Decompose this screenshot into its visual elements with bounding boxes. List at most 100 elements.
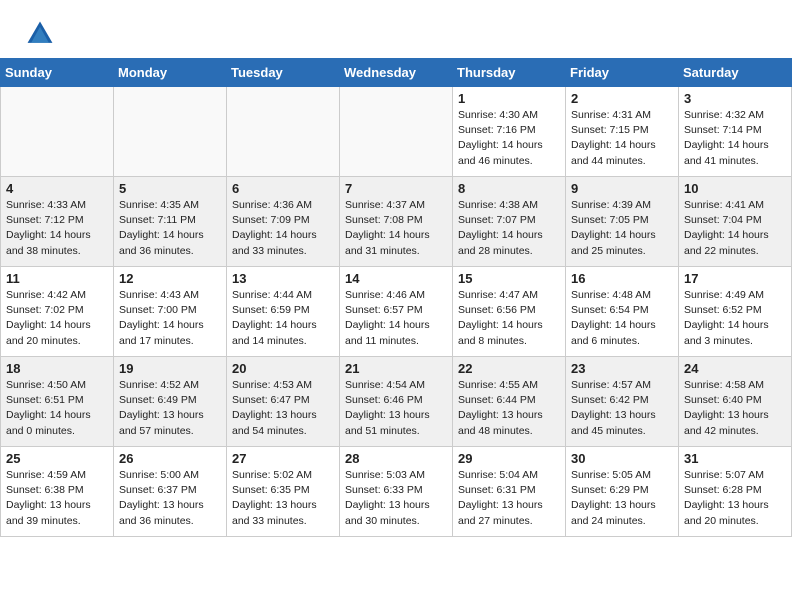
day-info: Sunrise: 4:36 AM Sunset: 7:09 PM Dayligh… [232,198,334,259]
day-info: Sunrise: 5:02 AM Sunset: 6:35 PM Dayligh… [232,468,334,529]
day-cell: 15 Sunrise: 4:47 AM Sunset: 6:56 PM Dayli… [453,267,566,357]
day-cell: 22 Sunrise: 4:55 AM Sunset: 6:44 PM Dayli… [453,357,566,447]
day-info: Sunrise: 4:55 AM Sunset: 6:44 PM Dayligh… [458,378,560,439]
day-cell: 11 Sunrise: 4:42 AM Sunset: 7:02 PM Dayli… [1,267,114,357]
day-info: Sunrise: 4:59 AM Sunset: 6:38 PM Dayligh… [6,468,108,529]
day-info: Sunrise: 4:46 AM Sunset: 6:57 PM Dayligh… [345,288,447,349]
day-info: Sunrise: 4:53 AM Sunset: 6:47 PM Dayligh… [232,378,334,439]
weekday-header-monday: Monday [114,59,227,87]
day-info: Sunrise: 4:47 AM Sunset: 6:56 PM Dayligh… [458,288,560,349]
day-cell: 12 Sunrise: 4:43 AM Sunset: 7:00 PM Dayli… [114,267,227,357]
day-number: 30 [571,451,673,466]
day-info: Sunrise: 4:32 AM Sunset: 7:14 PM Dayligh… [684,108,786,169]
day-number: 12 [119,271,221,286]
week-row-2: 4 Sunrise: 4:33 AM Sunset: 7:12 PM Daylig… [1,177,792,267]
day-cell: 25 Sunrise: 4:59 AM Sunset: 6:38 PM Dayli… [1,447,114,537]
day-number: 10 [684,181,786,196]
day-cell: 18 Sunrise: 4:50 AM Sunset: 6:51 PM Dayli… [1,357,114,447]
day-cell: 16 Sunrise: 4:48 AM Sunset: 6:54 PM Dayli… [566,267,679,357]
week-row-5: 25 Sunrise: 4:59 AM Sunset: 6:38 PM Dayli… [1,447,792,537]
day-number: 3 [684,91,786,106]
day-info: Sunrise: 5:03 AM Sunset: 6:33 PM Dayligh… [345,468,447,529]
day-number: 29 [458,451,560,466]
day-number: 17 [684,271,786,286]
logo [24,18,60,50]
day-cell [114,87,227,177]
day-info: Sunrise: 4:39 AM Sunset: 7:05 PM Dayligh… [571,198,673,259]
day-cell [1,87,114,177]
day-cell: 1 Sunrise: 4:30 AM Sunset: 7:16 PM Daylig… [453,87,566,177]
weekday-header-tuesday: Tuesday [227,59,340,87]
day-info: Sunrise: 5:00 AM Sunset: 6:37 PM Dayligh… [119,468,221,529]
day-info: Sunrise: 4:50 AM Sunset: 6:51 PM Dayligh… [6,378,108,439]
day-info: Sunrise: 4:48 AM Sunset: 6:54 PM Dayligh… [571,288,673,349]
day-info: Sunrise: 4:54 AM Sunset: 6:46 PM Dayligh… [345,378,447,439]
weekday-header-thursday: Thursday [453,59,566,87]
day-info: Sunrise: 5:07 AM Sunset: 6:28 PM Dayligh… [684,468,786,529]
day-number: 8 [458,181,560,196]
day-info: Sunrise: 4:41 AM Sunset: 7:04 PM Dayligh… [684,198,786,259]
day-number: 6 [232,181,334,196]
day-info: Sunrise: 4:35 AM Sunset: 7:11 PM Dayligh… [119,198,221,259]
day-info: Sunrise: 4:52 AM Sunset: 6:49 PM Dayligh… [119,378,221,439]
calendar-table: SundayMondayTuesdayWednesdayThursdayFrid… [0,58,792,537]
day-cell: 8 Sunrise: 4:38 AM Sunset: 7:07 PM Daylig… [453,177,566,267]
day-number: 23 [571,361,673,376]
day-number: 18 [6,361,108,376]
day-info: Sunrise: 4:38 AM Sunset: 7:07 PM Dayligh… [458,198,560,259]
day-number: 2 [571,91,673,106]
day-number: 31 [684,451,786,466]
day-cell: 17Sunrise: 4:49 AM Sunset: 6:52 PM Dayli… [679,267,792,357]
weekday-header-wednesday: Wednesday [340,59,453,87]
day-info: Sunrise: 4:44 AM Sunset: 6:59 PM Dayligh… [232,288,334,349]
day-info: Sunrise: 4:58 AM Sunset: 6:40 PM Dayligh… [684,378,786,439]
day-number: 22 [458,361,560,376]
week-row-3: 11 Sunrise: 4:42 AM Sunset: 7:02 PM Dayli… [1,267,792,357]
day-info: Sunrise: 4:37 AM Sunset: 7:08 PM Dayligh… [345,198,447,259]
day-cell: 10 Sunrise: 4:41 AM Sunset: 7:04 PM Dayli… [679,177,792,267]
day-number: 20 [232,361,334,376]
day-cell: 23 Sunrise: 4:57 AM Sunset: 6:42 PM Dayli… [566,357,679,447]
day-number: 19 [119,361,221,376]
day-cell: 27 Sunrise: 5:02 AM Sunset: 6:35 PM Dayli… [227,447,340,537]
day-info: Sunrise: 4:33 AM Sunset: 7:12 PM Dayligh… [6,198,108,259]
week-row-1: 1 Sunrise: 4:30 AM Sunset: 7:16 PM Daylig… [1,87,792,177]
day-number: 9 [571,181,673,196]
day-number: 26 [119,451,221,466]
day-number: 15 [458,271,560,286]
day-info: Sunrise: 5:05 AM Sunset: 6:29 PM Dayligh… [571,468,673,529]
day-cell: 28 Sunrise: 5:03 AM Sunset: 6:33 PM Dayli… [340,447,453,537]
day-cell: 31 Sunrise: 5:07 AM Sunset: 6:28 PM Dayli… [679,447,792,537]
day-info: Sunrise: 5:04 AM Sunset: 6:31 PM Dayligh… [458,468,560,529]
day-cell: 30 Sunrise: 5:05 AM Sunset: 6:29 PM Dayli… [566,447,679,537]
day-number: 4 [6,181,108,196]
day-cell: 19 Sunrise: 4:52 AM Sunset: 6:49 PM Dayli… [114,357,227,447]
day-number: 21 [345,361,447,376]
day-info: Sunrise: 4:31 AM Sunset: 7:15 PM Dayligh… [571,108,673,169]
day-number: 28 [345,451,447,466]
day-number: 13 [232,271,334,286]
day-number: 1 [458,91,560,106]
day-info: Sunrise: 4:43 AM Sunset: 7:00 PM Dayligh… [119,288,221,349]
day-cell: 7 Sunrise: 4:37 AM Sunset: 7:08 PM Daylig… [340,177,453,267]
day-info: Sunrise: 4:30 AM Sunset: 7:16 PM Dayligh… [458,108,560,169]
day-cell: 6 Sunrise: 4:36 AM Sunset: 7:09 PM Daylig… [227,177,340,267]
day-cell: 24Sunrise: 4:58 AM Sunset: 6:40 PM Dayli… [679,357,792,447]
weekday-header-row: SundayMondayTuesdayWednesdayThursdayFrid… [1,59,792,87]
day-cell: 13 Sunrise: 4:44 AM Sunset: 6:59 PM Dayli… [227,267,340,357]
day-number: 27 [232,451,334,466]
day-cell: 21 Sunrise: 4:54 AM Sunset: 6:46 PM Dayli… [340,357,453,447]
day-number: 25 [6,451,108,466]
day-info: Sunrise: 4:42 AM Sunset: 7:02 PM Dayligh… [6,288,108,349]
day-number: 16 [571,271,673,286]
page-header [0,0,792,58]
day-number: 11 [6,271,108,286]
day-cell [340,87,453,177]
week-row-4: 18 Sunrise: 4:50 AM Sunset: 6:51 PM Dayli… [1,357,792,447]
day-cell: 9 Sunrise: 4:39 AM Sunset: 7:05 PM Daylig… [566,177,679,267]
day-cell: 14 Sunrise: 4:46 AM Sunset: 6:57 PM Dayli… [340,267,453,357]
day-number: 7 [345,181,447,196]
day-number: 14 [345,271,447,286]
day-info: Sunrise: 4:57 AM Sunset: 6:42 PM Dayligh… [571,378,673,439]
day-cell: 2 Sunrise: 4:31 AM Sunset: 7:15 PM Daylig… [566,87,679,177]
